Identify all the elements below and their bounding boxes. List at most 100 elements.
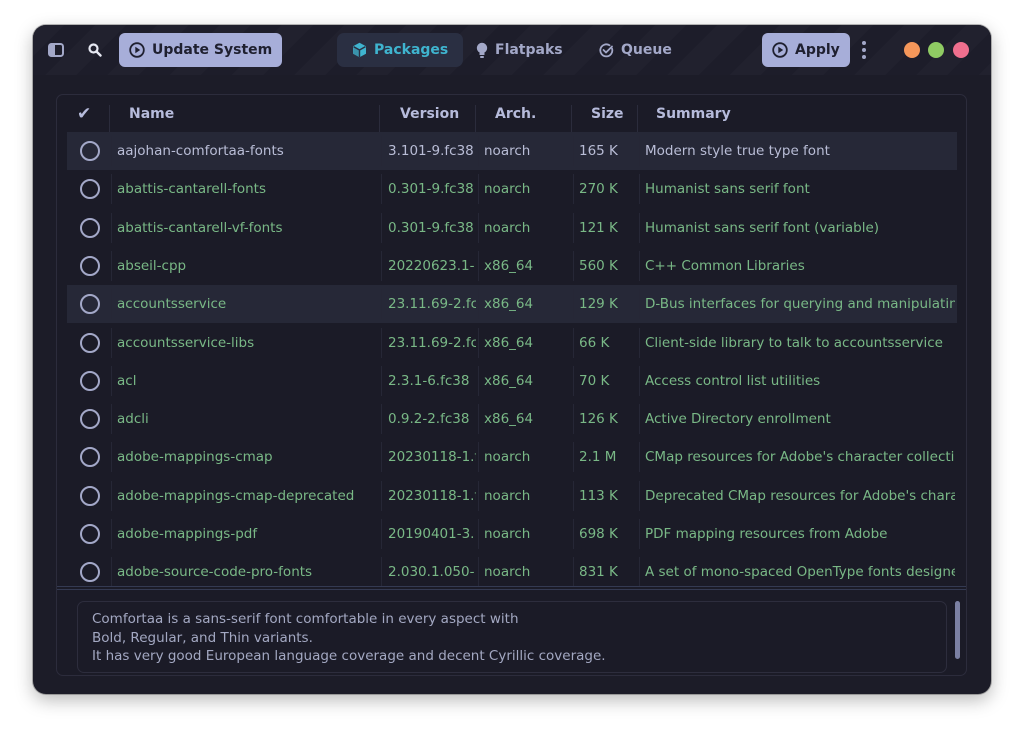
package-size: 2.1 M <box>579 449 617 466</box>
package-version: 23.11.69-2.fc <box>388 334 476 351</box>
pane-divider[interactable] <box>57 586 966 587</box>
table-row[interactable]: aajohan-comfortaa-fonts 3.101-9.fc38 noarc… <box>67 132 957 170</box>
package-name: adobe-mappings-pdf <box>117 526 258 542</box>
column-header-size[interactable]: Size <box>591 95 624 133</box>
table-body: aajohan-comfortaa-fonts 3.101-9.fc38 noarc… <box>67 132 957 586</box>
package-summary: Deprecated CMap resources for Adobe's ch… <box>645 487 955 504</box>
table-row[interactable]: adobe-mappings-cmap-deprecated 20230118-1… <box>67 477 957 515</box>
package-name: abattis-cantarell-fonts <box>117 181 267 198</box>
close-button[interactable] <box>953 42 969 58</box>
package-version: 0.301-9.fc38 <box>388 181 474 198</box>
column-header-select[interactable]: ✔ <box>77 95 91 133</box>
tab-queue[interactable]: Queue <box>584 33 687 67</box>
package-summary: Humanist sans serif font (variable) <box>645 219 880 236</box>
package-name: abseil-cpp <box>117 257 187 274</box>
package-size: 113 K <box>579 487 618 504</box>
package-version: 23.11.69-2.fc <box>388 296 476 313</box>
play-circle-icon <box>129 42 145 58</box>
search-button[interactable] <box>81 36 109 64</box>
package-size: 270 K <box>579 181 618 198</box>
package-summary: Active Directory enrollment <box>645 411 831 428</box>
package-arch: noarch <box>484 181 531 198</box>
package-summary: Modern style true type font <box>645 143 830 159</box>
select-radio[interactable] <box>80 370 100 391</box>
package-arch: x86_64 <box>484 411 534 428</box>
package-name: acl <box>117 372 137 389</box>
column-header-summary[interactable]: Summary <box>656 95 731 133</box>
tab-flatpaks-label: Flatpaks <box>495 42 563 58</box>
package-description: Comfortaa is a sans-serif font comfortab… <box>77 601 947 673</box>
package-arch: noarch <box>484 449 531 466</box>
tab-packages-label: Packages <box>374 42 449 58</box>
select-cell <box>80 132 104 170</box>
column-header-version[interactable]: Version <box>400 95 459 133</box>
table-row[interactable]: accountsservice 23.11.69-2.fc x86_64 129 K D… <box>67 285 957 324</box>
update-system-label: Update System <box>152 42 273 58</box>
search-icon <box>88 43 102 57</box>
package-arch: x86_64 <box>484 372 534 389</box>
table-row[interactable]: abattis-cantarell-fonts 0.301-9.fc38 noarc… <box>67 170 957 208</box>
package-version: 2.030.1.050- <box>388 564 475 581</box>
description-line: Comfortaa is a sans-serif font comfortab… <box>92 611 519 627</box>
package-size: 560 K <box>579 257 618 274</box>
table-row[interactable]: adobe-mappings-pdf 20190401-3. noarch 698 K… <box>67 515 957 553</box>
package-arch: x86_64 <box>484 334 534 351</box>
select-radio[interactable] <box>80 409 100 430</box>
package-arch: noarch <box>484 143 531 159</box>
table-row[interactable]: adcli 0.9.2-2.fc38 x86_64 126 K Active Direc… <box>67 400 957 438</box>
menu-button[interactable] <box>859 41 869 59</box>
check-circle-icon <box>599 43 614 57</box>
select-radio[interactable] <box>80 141 100 161</box>
select-cell <box>80 247 104 285</box>
table-row[interactable]: adobe-source-code-pro-fonts 2.030.1.050- n… <box>67 553 957 586</box>
package-name: aajohan-comfortaa-fonts <box>117 143 284 159</box>
select-radio[interactable] <box>80 447 100 468</box>
select-radio[interactable] <box>80 294 100 315</box>
apply-button[interactable]: Apply <box>762 33 850 67</box>
minimize-button[interactable] <box>904 42 920 58</box>
select-radio[interactable] <box>80 332 100 353</box>
description-scrollbar[interactable] <box>955 601 960 659</box>
table-row[interactable]: accountsservice-libs 23.11.69-2.fc x86_64 6… <box>67 324 957 362</box>
select-radio[interactable] <box>80 562 100 583</box>
select-cell <box>80 324 104 362</box>
package-summary: A set of mono-spaced OpenType fonts desi… <box>645 564 955 581</box>
package-summary: C++ Common Libraries <box>645 257 805 274</box>
package-table: ✔ Name Version Arch. Size Summary aajoha… <box>56 94 967 676</box>
package-size: 121 K <box>579 219 618 236</box>
table-row[interactable]: acl 2.3.1-6.fc38 x86_64 70 K Access control … <box>67 362 957 400</box>
table-row[interactable]: abattis-cantarell-vf-fonts 0.301-9.fc38 no… <box>67 209 957 247</box>
select-radio[interactable] <box>80 179 100 200</box>
select-cell <box>80 400 104 438</box>
select-radio[interactable] <box>80 255 100 276</box>
table-row[interactable]: abseil-cpp 20220623.1- x86_64 560 K C++ Comm… <box>67 247 957 285</box>
tab-flatpaks[interactable]: Flatpaks <box>461 33 578 67</box>
app-window: Update System Packages Flatpaks Queue Ap… <box>33 25 991 694</box>
package-version: 3.101-9.fc38 <box>388 143 474 159</box>
package-version: 0.301-9.fc38 <box>388 219 474 236</box>
column-header-arch[interactable]: Arch. <box>495 95 536 133</box>
package-version: 20220623.1- <box>388 257 475 274</box>
sidebar-toggle-button[interactable] <box>42 36 70 64</box>
package-name: abattis-cantarell-vf-fonts <box>117 219 283 236</box>
select-cell <box>80 362 104 400</box>
select-cell <box>80 553 104 586</box>
maximize-button[interactable] <box>928 42 944 58</box>
tab-queue-label: Queue <box>621 42 672 58</box>
select-radio[interactable] <box>80 524 100 544</box>
select-radio[interactable] <box>80 217 100 238</box>
select-radio[interactable] <box>80 485 100 506</box>
package-summary: PDF mapping resources from Adobe <box>645 526 888 542</box>
package-summary: CMap resources for Adobe's character col… <box>645 449 955 466</box>
column-header-name[interactable]: Name <box>129 95 174 133</box>
play-circle-icon <box>772 42 788 58</box>
package-name: adobe-mappings-cmap-deprecated <box>117 487 355 504</box>
table-row[interactable]: adobe-mappings-cmap 20230118-1.f noarch 2.1… <box>67 438 957 476</box>
package-name: adcli <box>117 411 149 428</box>
package-version: 2.3.1-6.fc38 <box>388 372 470 389</box>
package-name: accountsservice-libs <box>117 334 255 351</box>
package-arch: noarch <box>484 487 531 504</box>
tab-packages[interactable]: Packages <box>337 33 464 67</box>
select-cell <box>80 477 104 515</box>
update-system-button[interactable]: Update System <box>119 33 283 67</box>
